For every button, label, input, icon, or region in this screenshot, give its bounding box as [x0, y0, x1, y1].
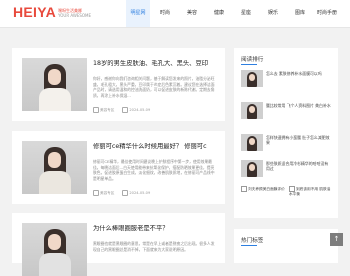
nav-item-astrology[interactable]: 星座	[234, 0, 258, 27]
nav-item-handbook[interactable]: 时尚手册	[315, 0, 339, 27]
nav-item-fashion[interactable]: 时尚	[153, 0, 177, 27]
ranking-item[interactable]: 腰比较常用 飞个人资料图片 美白补水	[241, 102, 333, 122]
article-thumbnail[interactable]	[22, 141, 87, 194]
author-label: 美容专区	[93, 107, 114, 113]
ranking-thumbnail[interactable]	[241, 102, 263, 119]
article-meta: 美容专区 2024-05-09	[93, 190, 150, 196]
broken-image-icon	[241, 186, 247, 192]
panel-title: 阅读排行	[241, 57, 264, 63]
ranking-link[interactable]: 到底该用不用 肌肤油水平衡	[289, 186, 333, 204]
ranking-item[interactable]: 怎么去 素肤修养补水面膜可以吗	[241, 70, 333, 90]
user-icon	[93, 190, 99, 196]
article-meta: 美容专区 2024-05-09	[93, 107, 150, 113]
nav-item-beauty[interactable]: 美容	[180, 0, 204, 27]
ranking-item[interactable]: 那些肤质适合用冷杉精华的哈哈没有用过	[241, 160, 333, 180]
article-title[interactable]: 为什么棒眼圈服老是不平？	[93, 225, 218, 233]
ranking-title[interactable]: 怎样快速拥有小蛮腰 肚子怎么减肥效果	[266, 135, 332, 146]
clock-icon	[122, 107, 129, 113]
ranking-broken-pair: 刘夫养颜美白面膜评价 到底该用不用 肌肤油水平衡	[241, 186, 333, 204]
clock-icon	[122, 190, 129, 196]
reading-ranking-panel: 阅读排行 怎么去 素肤修养补水面膜可以吗 腰比较常用 飞个人资料图片 美白补水 …	[234, 48, 338, 218]
ranking-item[interactable]: 怎样快速拥有小蛮腰 肚子怎么减肥效果	[241, 134, 333, 154]
article-card[interactable]: 18岁的男生皮肤油、毛孔大、黑头、豆印 你好，感谢你向我们咨询相关问题，基于解读…	[12, 48, 225, 121]
article-thumbnail[interactable]	[22, 223, 87, 276]
article-excerpt: 修丽可CE精华，最佳使用时间建议晚上护肤程序中第一步，使用效果最佳。每晚洁面后.…	[93, 159, 215, 181]
ranking-thumbnail[interactable]	[241, 70, 263, 87]
date-label: 2024-05-09	[122, 190, 150, 196]
ranking-link[interactable]: 刘夫养颜美白面膜评价	[241, 186, 285, 204]
user-icon	[93, 107, 99, 113]
panel-title: 热门标签	[241, 238, 264, 244]
panel-title-underline	[241, 245, 257, 246]
article-card[interactable]: 为什么棒眼圈服老是不平？ 黑眼圈也就是黑眼圈的意思，常是在早上或者是熬夜之后出现…	[12, 213, 225, 276]
article-card[interactable]: 修丽可ce精华什么时候用最好？ 修丽可c 修丽可CE精华，最佳使用时间建议晚上护…	[12, 131, 225, 204]
article-excerpt: 黑眼圈也就是黑眼圈的意思，常是在早上或者是熬夜之后出现。很多人发现自己的黑眼圈总…	[93, 241, 215, 252]
article-thumbnail[interactable]	[22, 58, 87, 111]
nav-item-gallery[interactable]: 图库	[288, 0, 312, 27]
nav-item-health[interactable]: 健康	[207, 0, 231, 27]
date-label: 2024-05-09	[122, 107, 150, 113]
scroll-to-top-button[interactable]: ↑	[330, 233, 343, 246]
article-title[interactable]: 18岁的男生皮肤油、毛孔大、黑头、豆印	[93, 60, 218, 68]
hot-tags-panel: 热门标签	[234, 229, 338, 263]
site-logo[interactable]: HEIYA 嘿呀生活美娜 YOUR AWESOME	[13, 5, 91, 23]
ranking-title[interactable]: 腰比较常用 飞个人资料图片 美白补水	[266, 103, 332, 108]
logo-text: HEIYA	[13, 4, 57, 20]
nav-item-entertainment[interactable]: 娱乐	[261, 0, 285, 27]
ranking-title[interactable]: 那些肤质适合用冷杉精华的哈哈没有用过	[266, 161, 332, 172]
nav-item-home[interactable]: 明星网	[126, 0, 150, 27]
ranking-thumbnail[interactable]	[241, 134, 263, 151]
article-title[interactable]: 修丽可ce精华什么时候用最好？ 修丽可c	[93, 143, 218, 151]
main-nav: 明星网 时尚 美容 健康 星座 娱乐 图库 时尚手册	[126, 0, 342, 27]
author-label: 美容专区	[93, 190, 114, 196]
article-excerpt: 你好，感谢你向我们咨询相关问题，基于解读您发来的照片，油脂分泌旺盛，毛孔粗大，黑…	[93, 76, 215, 98]
site-header: HEIYA 嘿呀生活美娜 YOUR AWESOME 明星网 时尚 美容 健康 星…	[0, 0, 350, 28]
logo-tagline: 嘿呀生活美娜 YOUR AWESOME	[58, 8, 92, 18]
ranking-thumbnail[interactable]	[241, 160, 263, 177]
panel-title-underline	[241, 64, 257, 65]
ranking-title[interactable]: 怎么去 素肤修养补水面膜可以吗	[266, 71, 332, 76]
